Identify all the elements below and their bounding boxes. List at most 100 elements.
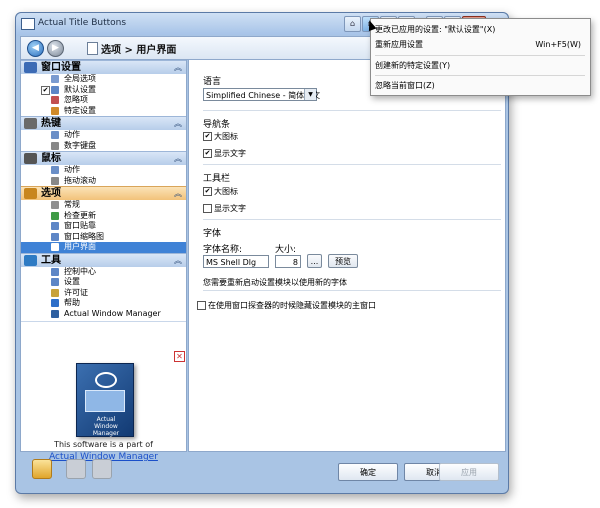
item-checkbox[interactable]: ✔ <box>41 85 50 95</box>
category-3[interactable]: 选项 ︽ <box>21 186 186 200</box>
sidebar-item[interactable]: 窗口贴靠 <box>21 221 186 232</box>
item-label: 动作 <box>64 130 80 139</box>
sidebar-item[interactable]: 忽略项 <box>21 95 186 106</box>
collapse-icon[interactable]: ︽ <box>174 187 182 200</box>
sidebar-item[interactable]: 窗口缩略图 <box>21 232 186 243</box>
category-icon <box>24 153 37 164</box>
item-label: 许可证 <box>64 287 88 297</box>
menu-item-ignore-window[interactable]: 忽略当前窗口(Z) <box>375 79 585 92</box>
font-size-field[interactable]: 8 <box>275 255 301 268</box>
item-label: 特定设置 <box>64 105 96 115</box>
menu-item-change-settings[interactable]: 更改已应用的设置: "默认设置"(X) <box>375 23 585 36</box>
close-promo-icon[interactable]: ✕ <box>174 351 185 362</box>
browse-font-button[interactable]: ... <box>307 254 322 268</box>
language-select[interactable]: Simplified Chinese - 简体中文 ▼ <box>203 88 320 101</box>
font-size-label: 大小: <box>275 245 297 255</box>
divider <box>203 290 501 291</box>
item-icon <box>51 106 59 115</box>
preview-button[interactable]: 预览 <box>328 254 358 268</box>
item-label: 拖动滚动 <box>64 175 96 185</box>
sidebar-item[interactable]: 动作 <box>21 130 186 141</box>
sidebar-item[interactable]: 帮助 <box>21 298 186 309</box>
item-icon <box>51 166 59 174</box>
sidebar-item[interactable]: 数字键盘 <box>21 141 186 152</box>
window-title: Actual Title Buttons <box>38 18 127 28</box>
language-section-title: 语言 <box>203 77 222 87</box>
font-name-field[interactable]: MS Shell Dlg <box>203 255 269 268</box>
sidebar-item[interactable]: 用户界面 <box>21 242 186 253</box>
category-0[interactable]: 窗口设置 ︽ <box>21 60 186 74</box>
item-icon <box>51 232 59 241</box>
item-label: 默认设置 <box>64 84 96 94</box>
category-1[interactable]: 热键 ︽ <box>21 116 186 130</box>
sidebar-item[interactable]: 常规 <box>21 200 186 211</box>
menu-item-shortcut: Win+F5(W) <box>535 40 581 49</box>
settings-panel: 语言 Simplified Chinese - 简体中文 ▼ 导航条 ✔ 大图标 … <box>188 59 506 452</box>
item-icon <box>51 243 59 251</box>
category-icon <box>24 188 37 199</box>
category-label: 热键 <box>41 118 61 129</box>
breadcrumb: 选项 > 用户界面 <box>101 45 177 56</box>
category-icon <box>24 254 37 266</box>
tool-big-icons-label: 大图标 <box>214 187 238 196</box>
divider <box>203 110 501 111</box>
product-screenshot <box>85 390 125 412</box>
menu-item-reapply[interactable]: 重新应用设置 Win+F5(W) <box>375 38 585 51</box>
collapse-icon[interactable]: ︽ <box>174 152 182 165</box>
font-section-title: 字体 <box>203 229 222 239</box>
item-label: 控制中心 <box>64 266 96 276</box>
sidebar-item[interactable]: 设置 <box>21 277 186 288</box>
forward-icon[interactable]: ▶ <box>47 40 64 57</box>
back-icon[interactable]: ◀ <box>27 40 44 57</box>
checkbox-unchecked <box>197 301 206 310</box>
sidebar-item[interactable]: 特定设置 <box>21 106 186 117</box>
category-2[interactable]: 鼠标 ︽ <box>21 151 186 165</box>
apply-button[interactable]: 应用 <box>439 463 499 481</box>
sidebar-item[interactable]: 控制中心 <box>21 267 186 278</box>
collapse-icon[interactable]: ︽ <box>174 117 182 130</box>
item-icon <box>51 75 59 83</box>
sidebar-item[interactable]: 许可证 <box>21 288 186 299</box>
tool-show-text-checkbox[interactable]: 显示文字 <box>203 203 246 213</box>
item-label: 设置 <box>64 277 80 286</box>
sidebar-item[interactable]: 检查更新 <box>21 211 186 222</box>
checkbox-checked: ✔ <box>203 149 212 158</box>
menu-item-label: 更改已应用的设置: "默认设置"(X) <box>375 25 496 34</box>
navbar-section-title: 导航条 <box>203 120 231 130</box>
item-icon <box>51 267 59 276</box>
redo-icon[interactable] <box>92 459 112 479</box>
sidebar-item[interactable]: 全局选项 <box>21 74 186 85</box>
item-icon <box>51 278 59 286</box>
category-icon <box>24 118 37 129</box>
divider <box>203 164 501 165</box>
sidebar-item[interactable]: 拖动滚动 <box>21 176 186 187</box>
title-button-1[interactable]: ⌂ <box>344 16 361 32</box>
toolbar-section-title: 工具栏 <box>203 174 231 184</box>
ok-button[interactable]: 确定 <box>338 463 398 481</box>
sidebar-item[interactable]: 动作 <box>21 165 186 176</box>
item-label: 动作 <box>64 165 80 174</box>
sidebar-item[interactable]: Actual Window Manager <box>21 309 186 320</box>
nav-show-text-checkbox[interactable]: ✔ 显示文字 <box>203 148 246 158</box>
category-label: 工具 <box>41 254 61 266</box>
tool-big-icons-checkbox[interactable]: ✔ 大图标 <box>203 186 238 196</box>
hide-main-window-label: 在使用窗口探查器的时候隐藏设置模块的主窗口 <box>208 301 376 310</box>
category-4[interactable]: 工具 ︽ <box>21 252 186 267</box>
item-label: Actual Window Manager <box>64 308 161 318</box>
category-label: 鼠标 <box>41 153 61 164</box>
item-icon <box>51 141 59 150</box>
item-icon <box>51 288 59 297</box>
hide-main-window-checkbox[interactable]: 在使用窗口探查器的时候隐藏设置模块的主窗口 <box>197 300 376 310</box>
menu-separator <box>375 75 585 76</box>
product-logo-icon <box>95 372 117 388</box>
nav-big-icons-checkbox[interactable]: ✔ 大图标 <box>203 131 238 141</box>
item-label: 窗口贴靠 <box>64 221 96 230</box>
item-label: 常规 <box>64 200 80 209</box>
collapse-icon[interactable]: ︽ <box>174 254 182 267</box>
undo-icon[interactable] <box>66 459 86 479</box>
help-icon[interactable] <box>32 459 52 479</box>
menu-item-label: 忽略当前窗口(Z) <box>375 81 435 90</box>
sidebar-item[interactable]: ✔ 默认设置 <box>21 85 186 96</box>
menu-item-create-specific[interactable]: 创建新的特定设置(Y) <box>375 59 585 72</box>
collapse-icon[interactable]: ︽ <box>174 61 182 74</box>
